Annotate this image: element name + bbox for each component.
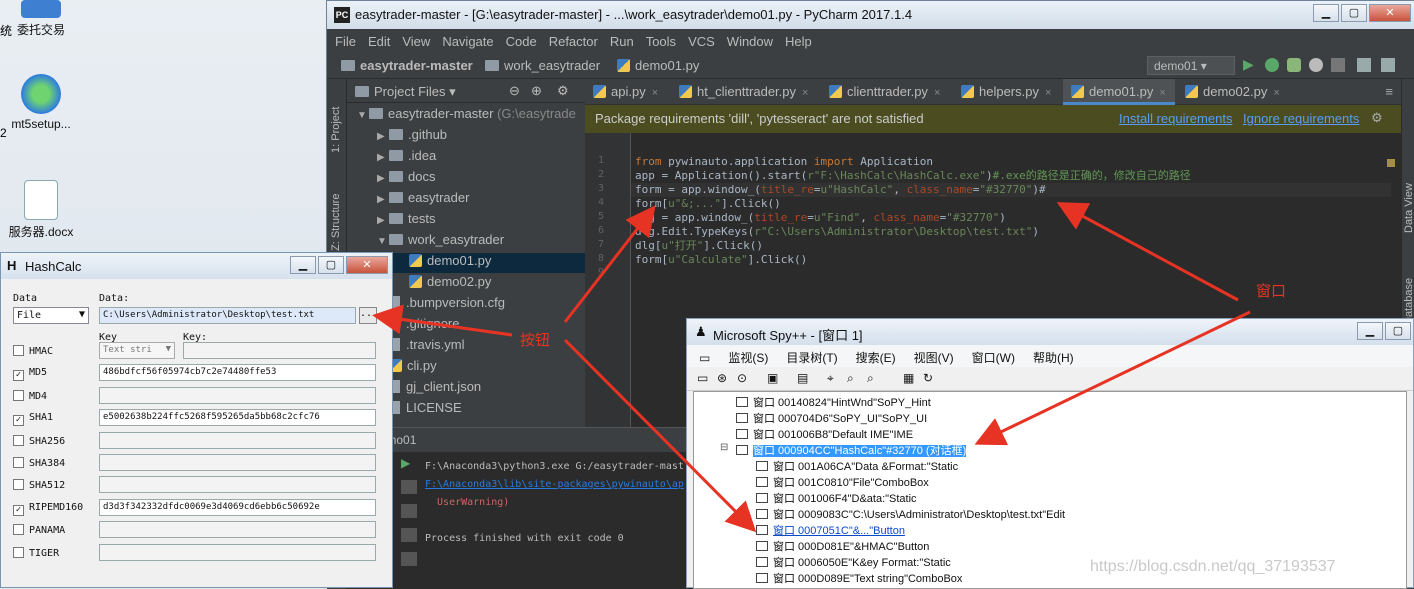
arrow-to-code-window [1056,202,1239,302]
watermark: https://blog.csdn.net/qq_37193537 [1090,558,1336,575]
annotation-arrows [372,202,1251,533]
arrow-to-spy-window [974,310,1251,446]
annotation-button: 按钮 [520,332,551,349]
arrow-to-browse-button [372,304,513,337]
annotation-window: 窗口 [1256,283,1287,300]
arrow-to-code-button [563,205,656,323]
arrow-to-spy-button [563,338,757,533]
